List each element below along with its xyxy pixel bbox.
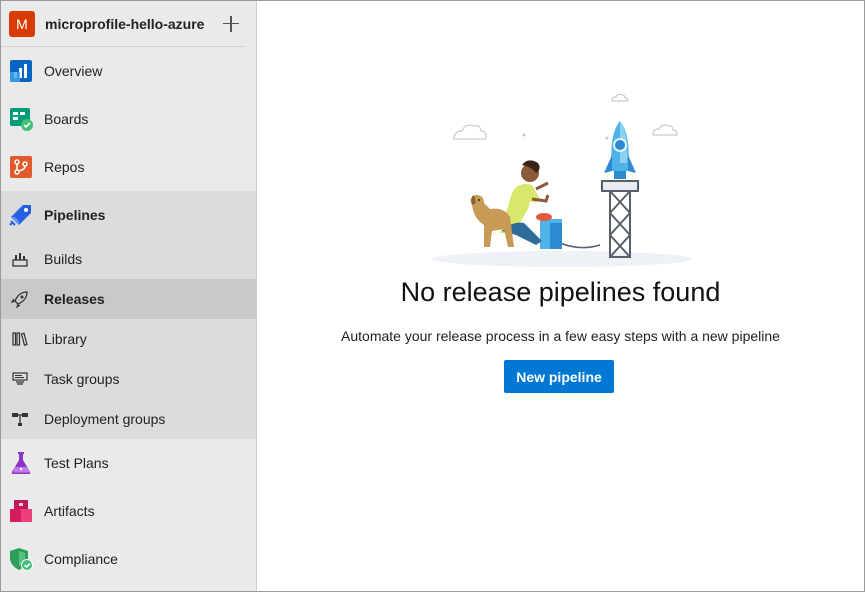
repos-icon xyxy=(9,155,33,179)
builds-icon xyxy=(11,250,29,268)
pipelines-icon xyxy=(9,203,33,227)
sidebar-item-label: Releases xyxy=(44,291,105,307)
sidebar-item-test-plans[interactable]: Test Plans xyxy=(1,439,256,487)
artifacts-icon xyxy=(9,499,33,523)
project-name[interactable]: microprofile-hello-azure xyxy=(45,16,220,32)
sidebar-item-artifacts[interactable]: Artifacts xyxy=(1,487,256,535)
sidebar-item-label: Boards xyxy=(44,111,89,127)
project-avatar[interactable]: M xyxy=(9,10,35,37)
sidebar-item-builds[interactable]: Builds xyxy=(1,239,256,279)
sidebar-item-pipelines[interactable]: Pipelines xyxy=(1,191,256,239)
sidebar-item-label: Deployment groups xyxy=(44,411,166,427)
launch-tower xyxy=(601,180,639,258)
test-plans-icon xyxy=(9,451,33,475)
boards-icon xyxy=(9,107,33,131)
sidebar-item-label: Overview xyxy=(44,63,103,79)
new-pipeline-button[interactable]: New pipeline xyxy=(504,360,614,393)
sidebar-item-overview[interactable]: Overview xyxy=(1,47,256,95)
overview-icon xyxy=(9,59,33,83)
sidebar-item-releases[interactable]: Releases xyxy=(1,279,256,319)
empty-state-description: Automate your release process in a few e… xyxy=(341,328,780,344)
cloud-icon xyxy=(453,93,678,140)
sidebar-item-repos[interactable]: Repos xyxy=(1,143,256,191)
sidebar-item-deployment-groups[interactable]: Deployment groups xyxy=(1,399,256,439)
sidebar-item-label: Test Plans xyxy=(44,455,109,471)
sidebar-item-label: Pipelines xyxy=(44,207,106,223)
sidebar-item-label: Artifacts xyxy=(44,503,95,519)
sidebar-item-label: Library xyxy=(44,331,87,347)
sidebar-item-compliance[interactable]: Compliance xyxy=(1,535,256,583)
sidebar-item-boards[interactable]: Boards xyxy=(1,95,256,143)
sidebar-item-library[interactable]: Library xyxy=(1,319,256,359)
main-content: No release pipelines found Automate your… xyxy=(257,1,864,591)
app-window: M microprofile-hello-azure Overview Boar… xyxy=(0,0,865,592)
empty-state-title: No release pipelines found xyxy=(400,277,721,307)
rocket-icon xyxy=(10,290,29,309)
sidebar-item-label: Compliance xyxy=(44,551,118,567)
sidebar-item-label: Task groups xyxy=(44,371,120,387)
library-icon xyxy=(11,330,29,348)
new-item-plus-icon[interactable] xyxy=(220,13,242,35)
compliance-icon xyxy=(9,547,33,571)
pipelines-group: Pipelines Builds Releases Library Task g… xyxy=(1,191,256,439)
dog xyxy=(470,195,514,247)
sidebar-item-task-groups[interactable]: Task groups xyxy=(1,359,256,399)
sidebar-item-label: Repos xyxy=(44,159,85,175)
task-groups-icon xyxy=(11,370,29,388)
rocket xyxy=(604,121,636,179)
deployment-groups-icon xyxy=(11,410,29,428)
release-rocket-illustration xyxy=(432,93,692,267)
sidebar-item-label: Builds xyxy=(44,251,83,267)
sidebar: M microprofile-hello-azure Overview Boar… xyxy=(1,1,257,591)
project-header: M microprofile-hello-azure xyxy=(1,1,246,47)
